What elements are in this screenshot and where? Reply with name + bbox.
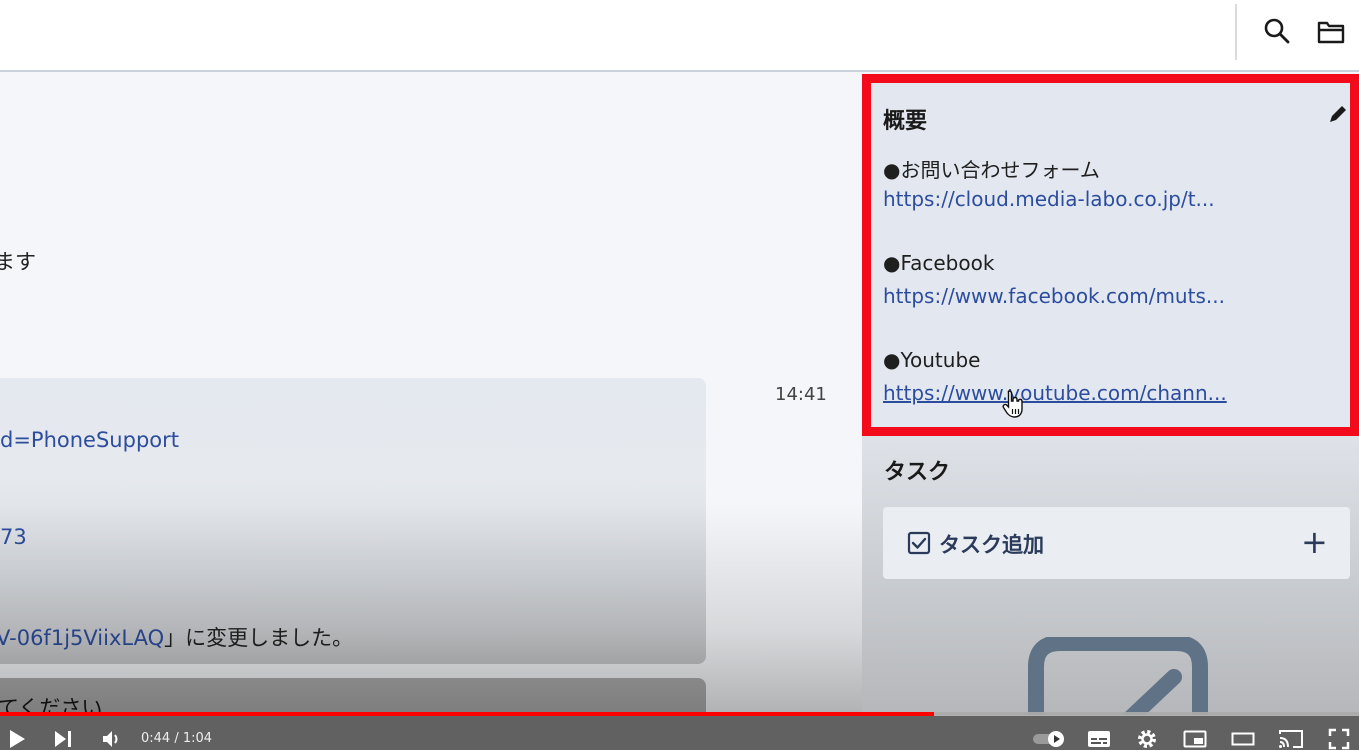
folder-button[interactable] (1314, 14, 1348, 48)
subtitles-icon (1088, 731, 1110, 747)
next-icon (55, 731, 71, 747)
settings-icon (1138, 730, 1156, 748)
cast-button[interactable] (1277, 727, 1305, 750)
overview-item-label: ●Youtube (883, 348, 981, 372)
miniplayer-icon (1183, 730, 1207, 748)
autoplay-toggle-icon (1033, 731, 1064, 747)
chat-area: ます 14:41 d=PhoneSupport 73 V-06f1j5ViixL… (0, 74, 862, 715)
play-icon (10, 730, 25, 748)
hand-cursor-icon (1002, 390, 1023, 418)
player-time: 0:44 / 1:04 (141, 731, 213, 746)
folder-icon (1317, 21, 1345, 44)
overview-item-label: ●Facebook (883, 251, 995, 275)
empty-tasks-checkbox-icon (1028, 637, 1208, 715)
cast-icon (1279, 730, 1303, 748)
overview-title: 概要 (883, 109, 928, 134)
overview-item-label: ●お問い合わせフォーム (883, 158, 1100, 182)
toolbar-divider (1235, 4, 1237, 60)
message-timestamp: 14:41 (775, 384, 827, 405)
miniplayer-button[interactable] (1182, 727, 1208, 750)
overview-item-link-facebook[interactable]: https://www.facebook.com/muts... (883, 284, 1225, 308)
tasks-title: タスク (884, 460, 951, 485)
fullscreen-icon (1328, 728, 1350, 750)
edit-overview-button[interactable] (1327, 105, 1347, 129)
search-button[interactable] (1260, 14, 1294, 48)
message-link-phone-support[interactable]: d=PhoneSupport (0, 428, 179, 452)
next-button[interactable] (52, 727, 74, 750)
theater-icon (1231, 732, 1255, 746)
fullscreen-button[interactable] (1326, 727, 1352, 750)
message-text-fragment: ます (0, 250, 36, 274)
pencil-icon (1330, 106, 1346, 122)
volume-button[interactable] (100, 727, 124, 750)
settings-button[interactable] (1134, 727, 1160, 750)
add-task-button[interactable]: タスク追加 + (883, 507, 1350, 579)
overview-section: 概要 ●お問い合わせフォーム https://cloud.media-labo.… (862, 74, 1359, 436)
message-bubble-next (0, 678, 706, 715)
volume-icon (103, 731, 118, 747)
overview-item-link-form[interactable]: https://cloud.media-labo.co.jp/t... (883, 187, 1215, 211)
search-icon (1264, 18, 1290, 44)
right-panel: 概要 ●お問い合わせフォーム https://cloud.media-labo.… (862, 74, 1359, 715)
message-changed-text: 」に変更しました。 (164, 626, 354, 650)
message-link-code[interactable]: V-06f1j5ViixLAQ (0, 626, 164, 650)
add-task-label: タスク追加 (939, 533, 1044, 557)
play-button[interactable] (6, 727, 28, 750)
plus-icon: + (1301, 523, 1328, 561)
autoplay-toggle[interactable] (1030, 727, 1070, 750)
theater-mode-button[interactable] (1230, 727, 1256, 750)
overview-item-link-youtube[interactable]: https://www.youtube.com/chann... (883, 381, 1227, 405)
checkbox-icon (907, 531, 931, 555)
top-bar (0, 0, 1359, 72)
progress-bar-fill (0, 712, 935, 716)
message-link-73[interactable]: 73 (0, 525, 27, 549)
subtitles-button[interactable] (1086, 727, 1112, 750)
